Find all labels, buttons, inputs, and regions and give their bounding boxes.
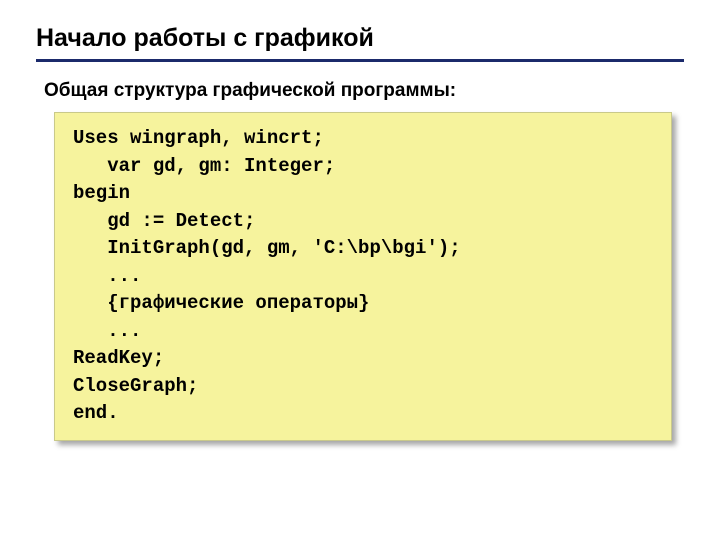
code-line: gd := Detect; [73,210,255,232]
section-subtitle: Общая структура графической программы: [44,80,684,102]
title-rule [36,59,684,62]
code-line: CloseGraph; [73,375,198,397]
code-line: begin [73,182,130,204]
code-line: ReadKey; [73,347,164,369]
code-line: end. [73,402,119,424]
code-line: ... [73,265,141,287]
code-line: {графические операторы} [73,292,369,314]
code-example: Uses wingraph, wincrt; var gd, gm: Integ… [73,125,653,428]
code-line: InitGraph(gd, gm, 'C:\bp\bgi'); [73,237,461,259]
page-title: Начало работы с графикой [36,24,684,59]
code-line: ... [73,320,141,342]
code-example-box: Uses wingraph, wincrt; var gd, gm: Integ… [54,112,672,441]
code-line: Uses wingraph, wincrt; [73,127,324,149]
code-line: var gd, gm: Integer; [73,155,335,177]
